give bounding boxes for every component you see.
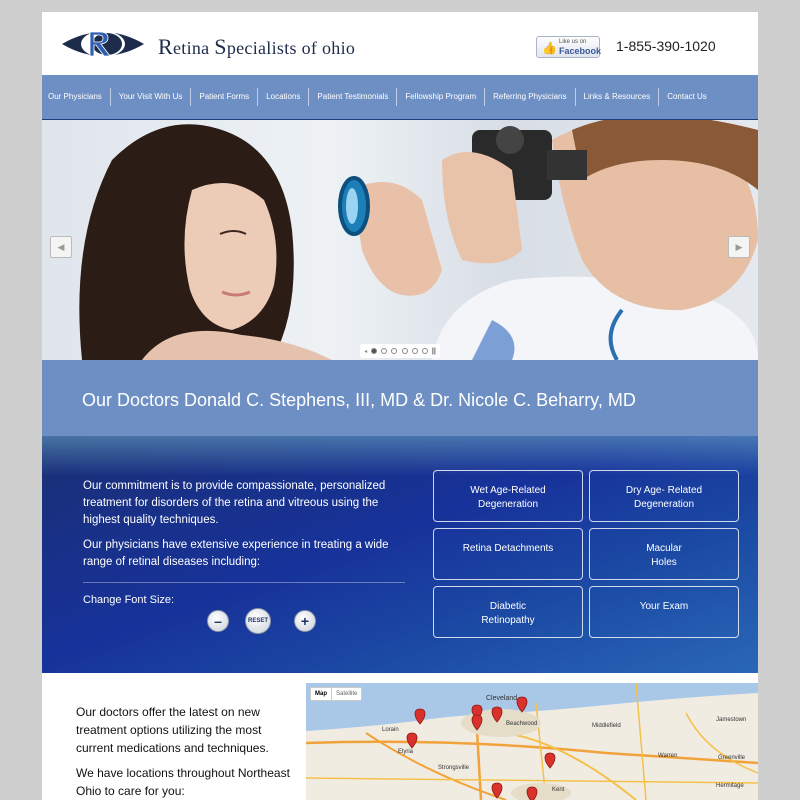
- map-label-warren: Warren: [658, 753, 678, 759]
- doctors-banner: Our Doctors Donald C. Stephens, III, MD …: [42, 360, 758, 436]
- doctors-heading: Our Doctors Donald C. Stephens, III, MD …: [82, 390, 636, 410]
- chevron-right-icon: ▶: [735, 242, 743, 252]
- map-label-strongsville: Strongsville: [438, 765, 470, 771]
- brand-text: pecialists of ohio: [226, 38, 356, 58]
- slider-pagination: ◂ ||: [360, 344, 440, 358]
- main-navigation: Our Physicians Your Visit With Us Patien…: [42, 75, 758, 125]
- tile-your-exam[interactable]: Your Exam: [589, 586, 739, 638]
- locations-section: Our doctors offer the latest on new trea…: [42, 673, 758, 800]
- divider: [83, 582, 405, 583]
- nav-bar: Our Physicians Your Visit With Us Patien…: [42, 75, 758, 119]
- reset-label: RESET: [247, 618, 268, 624]
- page: Retina Specialists of ohio 👍 Like us on …: [42, 12, 758, 800]
- condition-tiles: Wet Age-Related Degeneration Dry Age- Re…: [433, 470, 740, 638]
- nav-links-resources[interactable]: Links & Resources: [576, 88, 660, 106]
- slider-dot[interactable]: [381, 348, 388, 354]
- map-canvas: [306, 683, 758, 800]
- map-type-map[interactable]: Map: [311, 688, 331, 700]
- services-section: Our commitment is to provide compassiona…: [42, 436, 758, 673]
- brand-letter: S: [214, 34, 227, 59]
- tile-macular-holes[interactable]: Macular Holes: [589, 528, 739, 580]
- chevron-left-icon: ◀: [57, 242, 65, 252]
- map-label-hermitage: Hermitage: [716, 783, 744, 789]
- map-label-lorain: Lorain: [382, 727, 399, 733]
- slider-dot[interactable]: [421, 348, 428, 354]
- site-header: Retina Specialists of ohio 👍 Like us on …: [42, 12, 758, 76]
- eye-logo-icon[interactable]: [60, 26, 146, 62]
- phone-number[interactable]: 1-855-390-1020: [616, 38, 716, 54]
- slider-prev-small-icon[interactable]: ◂: [364, 348, 367, 355]
- locations-text: We have locations throughout Northeast O…: [76, 766, 290, 798]
- tile-retina-detachments[interactable]: Retina Detachments: [433, 528, 583, 580]
- brand-text: etina: [172, 38, 215, 58]
- nav-our-physicians[interactable]: Our Physicians: [42, 88, 111, 106]
- slider-next-button[interactable]: ▶: [728, 236, 750, 258]
- nav-patient-forms[interactable]: Patient Forms: [191, 88, 259, 106]
- thumbs-up-icon: 👍: [542, 41, 557, 55]
- nav-referring-physicians[interactable]: Referring Physicians: [485, 88, 576, 106]
- map-label-elyria: Elyria: [398, 749, 414, 755]
- font-size-label: Change Font Size:: [83, 594, 175, 606]
- brand-letter: R: [158, 34, 173, 59]
- facebook-line1: Like us on: [559, 39, 587, 45]
- map-label-middlefield: Middlefield: [592, 723, 621, 729]
- brand-name[interactable]: Retina Specialists of ohio: [158, 34, 355, 60]
- slider-dot[interactable]: [411, 348, 418, 354]
- experience-text: Our physicians have extensive experience…: [83, 539, 389, 568]
- tile-diabetic-retinopathy[interactable]: Diabetic Retinopathy: [433, 586, 583, 638]
- map-label-cleveland: Cleveland: [486, 695, 518, 702]
- plus-icon: +: [300, 613, 310, 629]
- map-label-greenville: Greenville: [718, 755, 746, 761]
- locations-map[interactable]: Map Satellite Cleveland Beachwood Lorain…: [306, 683, 758, 800]
- nav-fellowship-program[interactable]: Fellowship Program: [397, 88, 486, 106]
- map-label-beachwood: Beachwood: [506, 721, 538, 727]
- slider-dot[interactable]: [371, 348, 378, 354]
- map-type-toggle: Map Satellite: [310, 687, 363, 701]
- minus-icon: –: [214, 613, 222, 629]
- hero-image: [79, 120, 758, 360]
- commitment-text: Our commitment is to provide compassiona…: [83, 480, 386, 526]
- slider-dot[interactable]: [401, 348, 408, 354]
- facebook-like-button[interactable]: 👍 Like us on Facebook: [536, 36, 602, 58]
- nav-locations[interactable]: Locations: [258, 88, 310, 106]
- slider-dot[interactable]: [391, 348, 398, 354]
- tile-wet-amd[interactable]: Wet Age-Related Degeneration: [433, 470, 583, 522]
- map-label-kent: Kent: [552, 787, 565, 793]
- nav-your-visit[interactable]: Your Visit With Us: [111, 88, 192, 106]
- map-type-satellite[interactable]: Satellite: [331, 688, 361, 700]
- tile-dry-amd[interactable]: Dry Age- Related Degeneration: [589, 470, 739, 522]
- decrease-font-button[interactable]: –: [207, 610, 229, 632]
- slider-prev-button[interactable]: ◀: [50, 236, 72, 258]
- increase-font-button[interactable]: +: [294, 610, 316, 632]
- nav-patient-testimonials[interactable]: Patient Testimonials: [309, 88, 398, 106]
- map-label-jamestown: Jamestown: [716, 717, 747, 723]
- hero-slider: ◀ ▶ ◂ ||: [42, 120, 758, 360]
- reset-font-button[interactable]: RESET: [245, 608, 271, 634]
- nav-contact-us[interactable]: Contact Us: [659, 88, 715, 106]
- treatment-text: Our doctors offer the latest on new trea…: [76, 705, 269, 755]
- facebook-line2: Facebook: [559, 46, 602, 56]
- pause-icon[interactable]: ||: [432, 348, 436, 355]
